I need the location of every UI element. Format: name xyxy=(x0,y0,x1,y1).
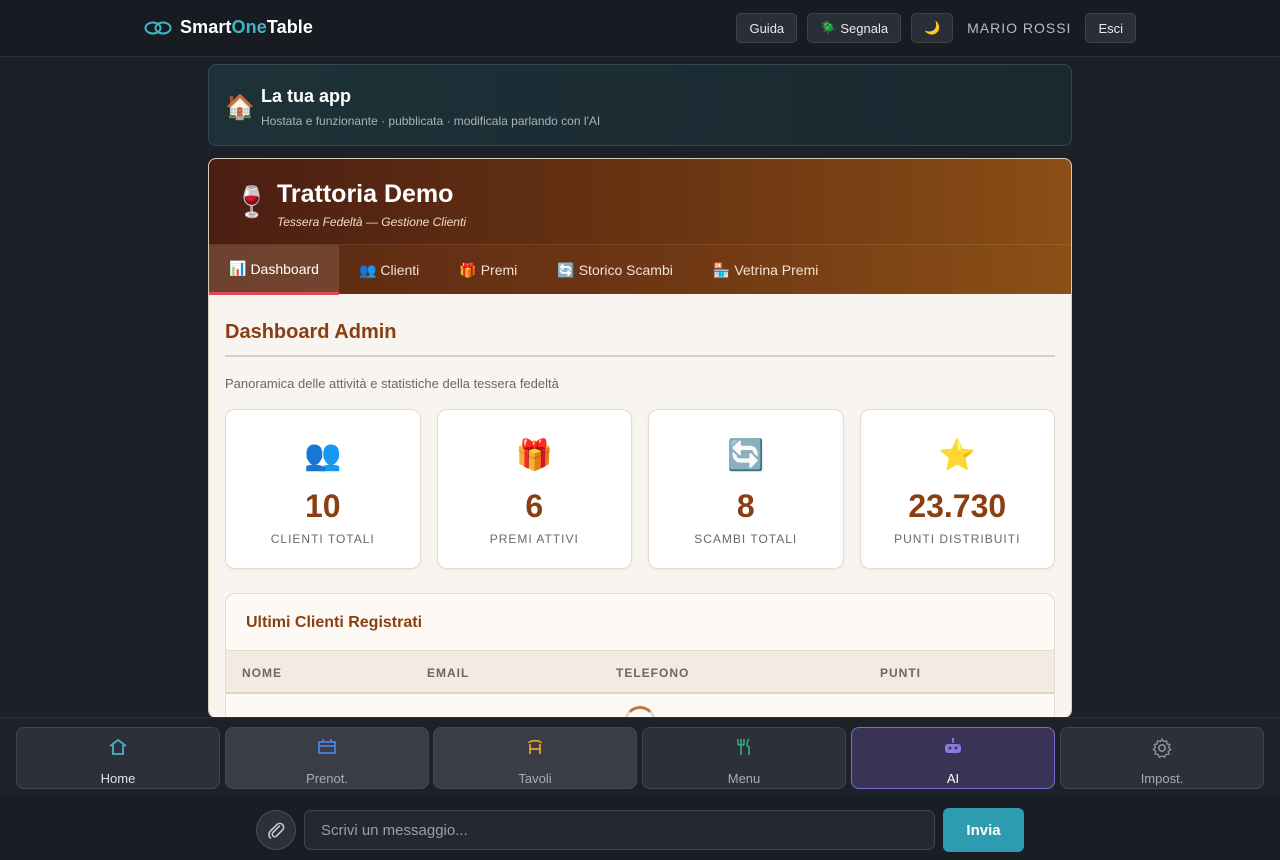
nav-ai[interactable]: AI xyxy=(851,727,1055,789)
chart-icon: 📊 xyxy=(229,260,247,276)
stat-card-clienti: 👥 10 CLIENTI TOTALI xyxy=(225,409,421,569)
nav-home[interactable]: Home xyxy=(16,727,220,789)
app-card: 🍷 Trattoria Demo Tessera Fedeltà — Gesti… xyxy=(208,158,1072,718)
recent-clients-panel: Ultimi Clienti Registrati NOME EMAIL TEL… xyxy=(225,593,1055,717)
star-icon: ⭐ xyxy=(938,439,976,472)
nav-impostazioni[interactable]: Impost. xyxy=(1060,727,1264,789)
message-input[interactable] xyxy=(304,810,935,850)
logo-icon xyxy=(144,21,172,34)
top-bar: SmartOneTable Guida 🪲 Segnala 🌙 MARIO RO… xyxy=(0,0,1280,57)
guide-button[interactable]: Guida xyxy=(736,13,798,43)
title-divider xyxy=(225,355,1055,357)
send-button[interactable]: Invia xyxy=(943,808,1024,852)
column-header-punti: PUNTI xyxy=(880,666,921,680)
calendar-icon xyxy=(226,737,428,759)
tab-vetrina-premi[interactable]: 🏪 Vetrina Premi xyxy=(693,245,838,295)
app-banner-subtitle: Hostata e funzionante · pubblicata · mod… xyxy=(261,114,601,128)
home-icon xyxy=(17,737,219,759)
report-button[interactable]: 🪲 Segnala xyxy=(807,13,902,43)
column-header-email: EMAIL xyxy=(427,666,470,680)
house-icon: 🏠 xyxy=(225,94,255,121)
nav-tavoli[interactable]: Tavoli xyxy=(433,727,637,789)
page-subtitle: Panoramica delle attività e statistiche … xyxy=(225,376,559,391)
tab-clienti[interactable]: 👥 Clienti xyxy=(339,245,439,295)
restaurant-subtitle: Tessera Fedeltà — Gestione Clienti xyxy=(277,215,466,229)
stat-value: 8 xyxy=(736,488,755,524)
table-icon xyxy=(434,737,636,759)
stat-label: PREMI ATTIVI xyxy=(489,532,579,546)
nav-prenotazioni[interactable]: Prenot. xyxy=(225,727,429,789)
nav-menu[interactable]: Menu xyxy=(642,727,846,789)
stat-label: SCAMBI TOTALI xyxy=(694,532,798,546)
user-name: MARIO ROSSI xyxy=(967,20,1072,36)
table-header: NOME EMAIL TELEFONO PUNTI xyxy=(226,650,1054,694)
stat-card-punti: ⭐ 23.730 PUNTI DISTRIBUITI xyxy=(859,409,1055,569)
stats-row: 👥 10 CLIENTI TOTALI 🎁 6 PREMI ATTIVI 🔄 8… xyxy=(225,409,1055,569)
theme-toggle-button[interactable]: 🌙 xyxy=(911,13,954,43)
column-header-nome: NOME xyxy=(242,666,282,680)
recent-clients-title: Ultimi Clienti Registrati xyxy=(246,614,423,631)
attach-button[interactable] xyxy=(256,810,296,850)
tab-bar: 📊 Dashboard 👥 Clienti 🎁 Premi 🔄 Storico … xyxy=(209,244,1071,295)
column-header-telefono: TELEFONO xyxy=(616,666,690,680)
gear-icon xyxy=(1061,737,1263,759)
gift-icon: 🎁 xyxy=(515,439,553,472)
stat-value: 23.730 xyxy=(908,488,1007,524)
tab-premi[interactable]: 🎁 Premi xyxy=(439,245,537,295)
refresh-icon: 🔄 xyxy=(557,261,575,278)
app-banner: 🏠 La tua app Hostata e funzionante · pub… xyxy=(208,64,1072,146)
moon-icon: 🌙 xyxy=(923,20,941,35)
robot-icon xyxy=(852,737,1054,759)
tab-dashboard[interactable]: 📊 Dashboard xyxy=(209,245,339,295)
restaurant-title: Trattoria Demo xyxy=(277,180,454,208)
wine-glass-icon: 🍷 xyxy=(233,186,271,219)
stat-card-premi: 🎁 6 PREMI ATTIVI xyxy=(436,409,632,569)
fork-knife-icon xyxy=(643,737,845,759)
gift-icon: 🎁 xyxy=(459,261,477,278)
logout-button[interactable]: Esci xyxy=(1085,13,1136,43)
users-icon: 👥 xyxy=(358,261,377,278)
store-icon: 🏪 xyxy=(712,261,731,278)
refresh-icon: 🔄 xyxy=(727,439,765,472)
brand-name: SmartOneTable xyxy=(180,17,314,37)
bottom-nav: Home Prenot. Tavoli Menu AI Impost. xyxy=(0,717,1280,798)
page-title: Dashboard Admin xyxy=(225,321,397,343)
top-actions: Guida 🪲 Segnala 🌙 MARIO ROSSI Esci xyxy=(736,13,1136,43)
stat-card-scambi: 🔄 8 SCAMBI TOTALI xyxy=(648,409,844,569)
app-banner-title: La tua app xyxy=(261,86,352,106)
paperclip-icon xyxy=(268,822,285,839)
stat-value: 10 xyxy=(304,488,341,524)
stat-value: 6 xyxy=(525,488,544,524)
bug-icon: 🪲 xyxy=(820,20,837,35)
tab-storico-scambi[interactable]: 🔄 Storico Scambi xyxy=(537,245,693,295)
stat-label: CLIENTI TOTALI xyxy=(270,532,375,546)
stat-label: PUNTI DISTRIBUITI xyxy=(894,532,1021,546)
card-header: 🍷 Trattoria Demo Tessera Fedeltà — Gesti… xyxy=(209,159,1071,244)
users-icon: 👥 xyxy=(304,439,342,472)
chat-bar: Invia xyxy=(0,798,1280,860)
brand[interactable]: SmartOneTable xyxy=(144,17,313,38)
